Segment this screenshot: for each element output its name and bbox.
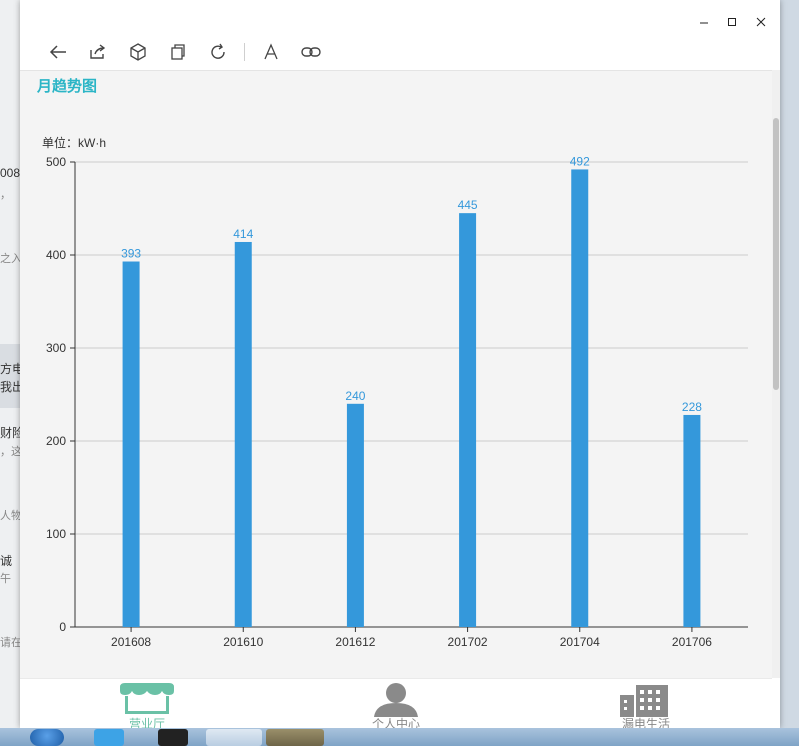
app-window: 月趋势图 单位：kW·h 0 100 200 300 400 500 393 201608 41…	[20, 0, 780, 731]
bar	[346, 403, 364, 627]
maximize-icon[interactable]	[722, 12, 742, 32]
y-tick-label: 100	[46, 527, 66, 541]
scrollbar[interactable]	[772, 70, 780, 678]
bar-value-label: 492	[570, 154, 590, 168]
bar	[234, 241, 252, 628]
bar-chart: 0 100 200 300 400 500 393 201608 414 201610 240 201…	[46, 154, 748, 649]
bar	[459, 213, 477, 627]
qq-icon[interactable]	[158, 729, 188, 746]
bar	[571, 169, 589, 627]
bg-text: 诚	[0, 554, 13, 568]
font-icon[interactable]	[251, 36, 291, 68]
x-tick-label: 201612	[335, 635, 375, 649]
close-icon[interactable]	[751, 12, 771, 32]
bar-value-label: 240	[345, 389, 365, 403]
x-tick-label: 201608	[111, 635, 151, 649]
back-arrow-icon[interactable]	[38, 36, 78, 68]
y-tick-label: 0	[59, 620, 66, 634]
city-icon	[620, 685, 668, 717]
bg-text: ，这	[0, 446, 22, 458]
x-tick-label: 201704	[560, 635, 600, 649]
bg-text: 请在	[0, 637, 22, 649]
minimize-icon[interactable]	[694, 12, 714, 32]
nav-item-electric-life[interactable]: 漏电生活	[586, 683, 706, 731]
nav-item-business-hall[interactable]: 营业厅	[87, 683, 207, 731]
link-icon[interactable]	[291, 36, 331, 68]
toolbar-separator	[244, 43, 245, 61]
taskbar-app-icon[interactable]	[94, 729, 124, 746]
user-icon	[374, 683, 418, 717]
scrollbar-thumb[interactable]	[773, 118, 779, 390]
bg-text: ，	[0, 189, 11, 201]
x-tick-label: 201610	[223, 635, 263, 649]
y-tick-label: 400	[46, 248, 66, 262]
start-button[interactable]	[30, 729, 64, 746]
toolbar	[38, 36, 331, 68]
bg-text: 008	[0, 166, 21, 180]
bar-value-label: 414	[233, 227, 253, 241]
x-tick-label: 201702	[448, 635, 488, 649]
storefront-icon	[120, 683, 174, 714]
bg-text: 午	[0, 573, 11, 585]
bar-value-label: 228	[682, 400, 702, 414]
bar	[683, 414, 701, 627]
bottom-nav: 营业厅 个人中心 漏电生活	[20, 678, 772, 731]
image-taskbar-button[interactable]	[266, 729, 324, 746]
bg-text: 之入	[0, 253, 22, 265]
taskbar	[0, 728, 799, 746]
nav-item-personal-center[interactable]: 个人中心	[336, 683, 456, 731]
bar-value-label: 393	[121, 247, 141, 261]
cube-icon[interactable]	[118, 36, 158, 68]
bar	[122, 261, 140, 627]
page-content: 月趋势图 单位：kW·h 0 100 200 300 400 500 393 201608 41…	[20, 70, 772, 679]
y-tick-label: 300	[46, 341, 66, 355]
share-icon[interactable]	[78, 36, 118, 68]
refresh-icon[interactable]	[198, 36, 238, 68]
browser-taskbar-button[interactable]	[206, 729, 262, 746]
y-tick-label: 500	[46, 155, 66, 169]
bar-value-label: 445	[458, 198, 478, 212]
x-tick-label: 201706	[672, 635, 712, 649]
y-tick-label: 200	[46, 434, 66, 448]
copy-icon[interactable]	[158, 36, 198, 68]
